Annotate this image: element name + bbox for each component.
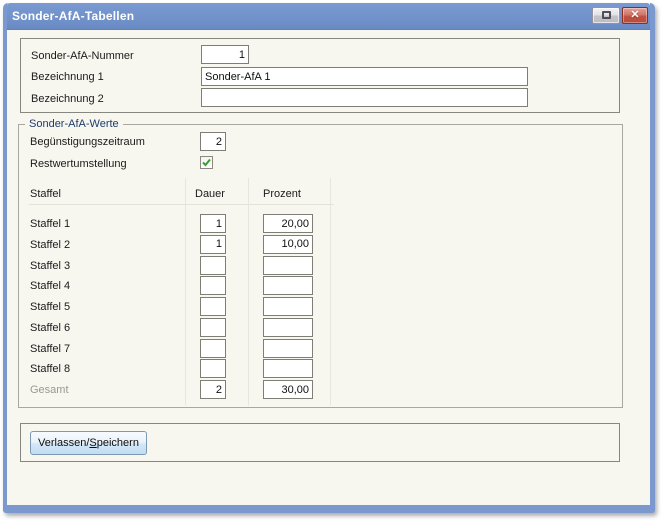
dauer-input[interactable]	[200, 235, 226, 254]
table-row: Staffel 3	[30, 255, 340, 276]
gesamt-dauer-input[interactable]	[200, 380, 226, 399]
prozent-input[interactable]	[263, 339, 313, 358]
dauer-input[interactable]	[200, 297, 226, 316]
beguenstigungszeitraum-input[interactable]	[200, 132, 226, 151]
staffel-row-label: Staffel 7	[30, 342, 70, 356]
prozent-input[interactable]	[263, 297, 313, 316]
sonder-afa-nummer-input[interactable]	[201, 45, 249, 64]
bezeichnung-2-label: Bezeichnung 2	[31, 92, 104, 106]
prozent-input[interactable]	[263, 318, 313, 337]
checkmark-icon	[201, 157, 212, 168]
dauer-input[interactable]	[200, 214, 226, 233]
staffel-row-label: Staffel 5	[30, 300, 70, 314]
prozent-input[interactable]	[263, 276, 313, 295]
staffel-row-label: Staffel 8	[30, 362, 70, 376]
verlassen-speichern-button[interactable]: Verlassen/Speichern	[30, 431, 147, 455]
dauer-input[interactable]	[200, 318, 226, 337]
bezeichnung-1-input[interactable]	[201, 67, 528, 86]
table-row: Staffel 4	[30, 275, 340, 296]
dialog-window: Sonder-AfA-Tabellen ✕ Sonder-AfA-Nummer …	[3, 3, 655, 513]
bezeichnung-2-input[interactable]	[201, 88, 528, 107]
column-header-dauer: Dauer	[195, 187, 225, 201]
prozent-input[interactable]	[263, 359, 313, 378]
column-header-staffel: Staffel	[30, 187, 61, 201]
column-header-prozent: Prozent	[263, 187, 301, 201]
table-row: Staffel 6	[30, 317, 340, 338]
sonder-afa-nummer-label: Sonder-AfA-Nummer	[31, 49, 134, 63]
restwertumstellung-label: Restwertumstellung	[30, 157, 127, 171]
restwertumstellung-checkbox[interactable]	[200, 156, 213, 169]
table-row: Staffel 1	[30, 213, 340, 234]
close-icon: ✕	[630, 9, 639, 21]
close-button[interactable]: ✕	[622, 7, 648, 24]
prozent-input[interactable]	[263, 214, 313, 233]
prozent-input[interactable]	[263, 235, 313, 254]
dauer-input[interactable]	[200, 256, 226, 275]
staffel-row-label: Staffel 1	[30, 217, 70, 231]
gesamt-prozent-input[interactable]	[263, 380, 313, 399]
staffel-row-label: Staffel 2	[30, 238, 70, 252]
bezeichnung-1-label: Bezeichnung 1	[31, 70, 104, 84]
dialog-body: Sonder-AfA-Nummer Bezeichnung 1 Bezeichn…	[7, 30, 650, 505]
dauer-input[interactable]	[200, 276, 226, 295]
total-row: Gesamt	[30, 379, 340, 400]
sonder-afa-werte-groupbox: Sonder-AfA-Werte Begünstigungszeitraum R…	[18, 124, 623, 408]
titlebar[interactable]: Sonder-AfA-Tabellen ✕	[7, 3, 650, 30]
maximize-button[interactable]	[592, 7, 620, 24]
table-row: Staffel 7	[30, 338, 340, 359]
groupbox-title: Sonder-AfA-Werte	[25, 118, 123, 131]
table-row: Staffel 8	[30, 358, 340, 379]
window-title: Sonder-AfA-Tabellen	[12, 9, 134, 23]
gesamt-label: Gesamt	[30, 383, 69, 397]
prozent-input[interactable]	[263, 256, 313, 275]
header-separator-line	[29, 204, 334, 205]
table-row: Staffel 2	[30, 234, 340, 255]
identification-panel: Sonder-AfA-Nummer Bezeichnung 1 Bezeichn…	[20, 38, 620, 113]
staffel-row-label: Staffel 4	[30, 279, 70, 293]
maximize-icon	[602, 11, 611, 19]
staffel-row-label: Staffel 6	[30, 321, 70, 335]
dauer-input[interactable]	[200, 359, 226, 378]
table-row: Staffel 5	[30, 296, 340, 317]
staffel-table: Staffel 1 Staffel 2 Staffel 3 Staffel 4	[30, 213, 340, 400]
access-key: S	[89, 437, 96, 449]
staffel-row-label: Staffel 3	[30, 259, 70, 273]
dauer-input[interactable]	[200, 339, 226, 358]
beguenstigungszeitraum-label: Begünstigungszeitraum	[30, 135, 145, 149]
action-panel: Verlassen/Speichern	[20, 423, 620, 462]
